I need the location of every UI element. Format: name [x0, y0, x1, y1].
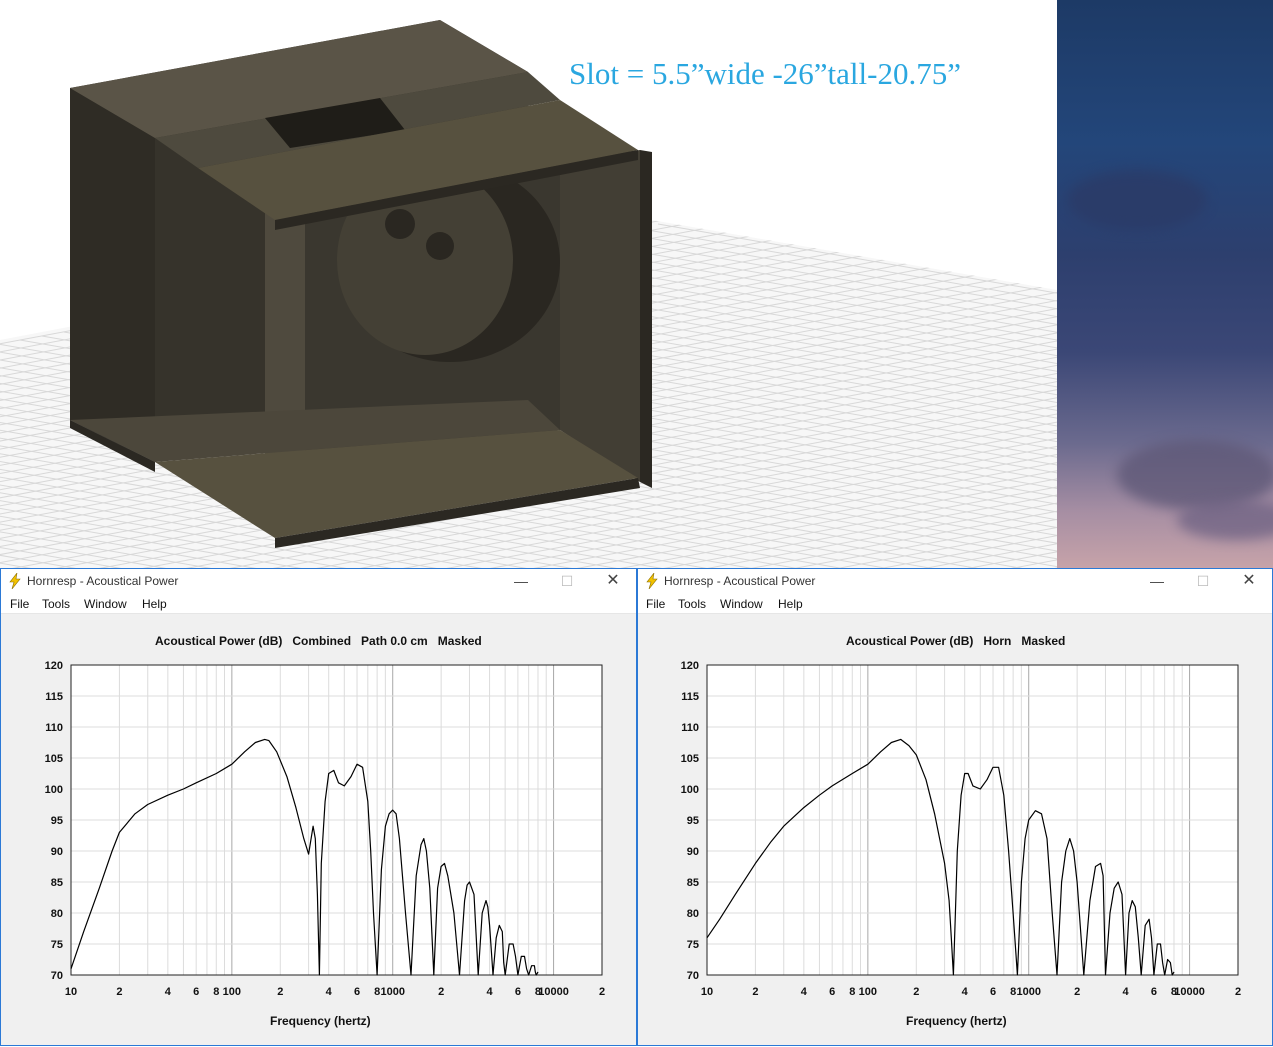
window-title: Hornresp - Acoustical Power: [664, 574, 816, 588]
x-tick-label: 6: [990, 986, 996, 998]
y-tick-label: 75: [51, 939, 63, 951]
chart-area: Acoustical Power (dB) Horn Masked 120 115…: [638, 614, 1272, 1045]
y-tick-label: 80: [687, 908, 699, 920]
y-tick-label: 100: [681, 784, 699, 796]
menu-window[interactable]: Window: [720, 597, 763, 611]
x-tick-label: 6: [193, 986, 199, 998]
x-tick-label: 10000: [538, 986, 569, 998]
x-tick-label: 100: [859, 986, 877, 998]
window-title: Hornresp - Acoustical Power: [27, 574, 179, 588]
x-tick-label: 2: [599, 986, 605, 998]
slot-dimension-caption: Slot = 5.5”wide -26”tall-20.75”: [569, 56, 961, 91]
y-tick-label: 105: [681, 753, 699, 765]
x-tick-label: 4: [962, 986, 969, 998]
maximize-button[interactable]: ☐: [544, 569, 590, 593]
menu-tools[interactable]: Tools: [678, 597, 706, 611]
y-tick-label: 75: [687, 939, 699, 951]
minimize-button[interactable]: —: [498, 569, 544, 593]
x-tick-label: 2: [438, 986, 444, 998]
y-tick-label: 110: [45, 722, 63, 734]
y-tick-label: 110: [681, 722, 699, 734]
menu-bar: File Tools Window Help: [1, 593, 636, 614]
y-tick-label: 95: [687, 815, 699, 827]
menu-file[interactable]: File: [10, 597, 29, 611]
x-tick-label: 8: [374, 986, 380, 998]
hornresp-window-horn: Hornresp - Acoustical Power — ☐ ✕ File T…: [637, 568, 1273, 1046]
y-tick-label: 85: [687, 877, 699, 889]
x-tick-label: 8: [213, 986, 219, 998]
y-tick-label: 120: [681, 660, 699, 672]
close-button[interactable]: ✕: [1226, 569, 1272, 593]
x-tick-label: 4: [1123, 986, 1130, 998]
port-circle: [426, 232, 454, 260]
x-tick-label: 6: [354, 986, 360, 998]
menu-tools[interactable]: Tools: [42, 597, 70, 611]
x-tick-label: 10000: [1174, 986, 1205, 998]
menu-bar: File Tools Window Help: [638, 593, 1272, 614]
x-tick-label: 6: [829, 986, 835, 998]
y-tick-label: 90: [687, 846, 699, 858]
y-tick-label: 120: [45, 660, 63, 672]
hornresp-window-combined: Hornresp - Acoustical Power — ☐ ✕ File T…: [0, 568, 637, 1046]
x-tick-label: 2: [1235, 986, 1241, 998]
x-tick-label: 6: [515, 986, 521, 998]
acoustical-power-chart-combined: 120 115 110 105 100 95 90 85 80 75 7010 2 4 6 8 100 2 4 6 8…: [45, 660, 605, 998]
x-tick-label: 10: [65, 986, 77, 998]
y-tick-label: 90: [51, 846, 63, 858]
x-tick-label: 2: [913, 986, 919, 998]
x-tick-label: 2: [277, 986, 283, 998]
x-tick-label: 1000: [380, 986, 404, 998]
y-tick-label: 70: [51, 970, 63, 982]
minimize-button[interactable]: —: [1134, 569, 1180, 593]
port-circle: [385, 209, 415, 239]
y-tick-label: 85: [51, 877, 63, 889]
x-tick-label: 2: [116, 986, 122, 998]
title-bar[interactable]: Hornresp - Acoustical Power — ☐ ✕: [1, 569, 636, 593]
x-tick-label: 10: [701, 986, 713, 998]
menu-help[interactable]: Help: [142, 597, 167, 611]
y-tick-label: 100: [45, 784, 63, 796]
background-photo-sky: [1057, 0, 1273, 568]
y-tick-label: 70: [687, 970, 699, 982]
x-tick-label: 8: [849, 986, 855, 998]
y-tick-label: 80: [51, 908, 63, 920]
y-tick-label: 115: [45, 691, 63, 703]
x-tick-label: 2: [752, 986, 758, 998]
acoustical-power-chart-horn: 120 115 110 105 100 95 90 85 80 75 7010 2 4 6 8 100 2 4 6 8…: [681, 660, 1241, 998]
maximize-button[interactable]: ☐: [1180, 569, 1226, 593]
x-axis-label: Frequency (hertz): [906, 1014, 1007, 1028]
menu-window[interactable]: Window: [84, 597, 127, 611]
x-tick-label: 6: [1151, 986, 1157, 998]
close-button[interactable]: ✕: [590, 569, 636, 593]
x-tick-label: 4: [165, 986, 172, 998]
y-tick-label: 95: [51, 815, 63, 827]
chart-area: Acoustical Power (dB) Combined Path 0.0 …: [1, 614, 636, 1045]
y-tick-label: 105: [45, 753, 63, 765]
hornresp-lightning-icon: [646, 573, 658, 589]
x-tick-label: 4: [801, 986, 808, 998]
x-tick-label: 8: [1010, 986, 1016, 998]
menu-file[interactable]: File: [646, 597, 665, 611]
x-tick-label: 2: [1074, 986, 1080, 998]
x-tick-label: 100: [223, 986, 241, 998]
title-bar[interactable]: Hornresp - Acoustical Power — ☐ ✕: [638, 569, 1272, 593]
menu-help[interactable]: Help: [778, 597, 803, 611]
y-tick-label: 115: [681, 691, 699, 703]
x-tick-label: 4: [326, 986, 333, 998]
cad-viewport: Slot = 5.5”wide -26”tall-20.75”: [0, 0, 1057, 568]
hornresp-lightning-icon: [9, 573, 21, 589]
x-axis-label: Frequency (hertz): [270, 1014, 371, 1028]
x-tick-label: 4: [487, 986, 494, 998]
x-tick-label: 1000: [1016, 986, 1040, 998]
